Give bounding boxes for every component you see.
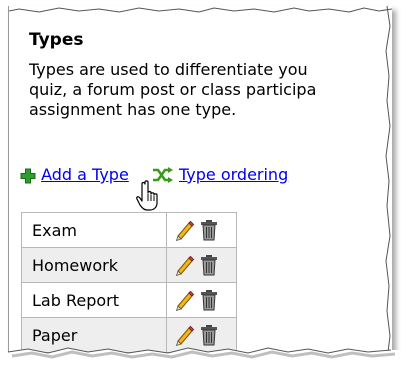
hand-pointer-icon	[136, 180, 158, 211]
torn-edge-top	[9, 6, 392, 13]
row-actions	[166, 212, 237, 248]
description-line: Types are used to differentiate you	[29, 60, 308, 79]
description-line: quiz, a forum post or class participa	[29, 80, 317, 99]
torn-edge-overlay	[0, 347, 409, 368]
types-section: Types Types are used to differentiate yo…	[29, 30, 389, 120]
pencil-icon[interactable]	[173, 289, 195, 311]
section-description: Types are used to differentiate you quiz…	[29, 60, 375, 120]
trash-icon[interactable]	[200, 254, 218, 276]
type-name: Homework	[21, 247, 167, 283]
add-type-action: Add a Type	[20, 165, 129, 184]
description-line: assignment has one type.	[29, 100, 237, 119]
table-row: Exam	[21, 212, 237, 248]
pencil-icon[interactable]	[173, 219, 195, 241]
pencil-icon[interactable]	[173, 254, 195, 276]
trash-icon[interactable]	[200, 219, 218, 241]
type-ordering-action: Type ordering	[152, 165, 288, 185]
row-actions	[166, 282, 237, 318]
table-row: Lab Report	[21, 282, 237, 318]
type-name: Lab Report	[21, 282, 167, 318]
add-type-link[interactable]: Add a Type	[41, 165, 129, 184]
row-actions	[166, 247, 237, 283]
type-ordering-link[interactable]: Type ordering	[179, 165, 288, 184]
types-table: Exam Homework Lab Report Paper	[21, 212, 237, 353]
plus-icon[interactable]	[20, 168, 36, 184]
section-title: Types	[29, 30, 84, 50]
table-row: Homework	[21, 247, 237, 283]
type-name: Exam	[21, 212, 167, 248]
trash-icon[interactable]	[200, 289, 218, 311]
